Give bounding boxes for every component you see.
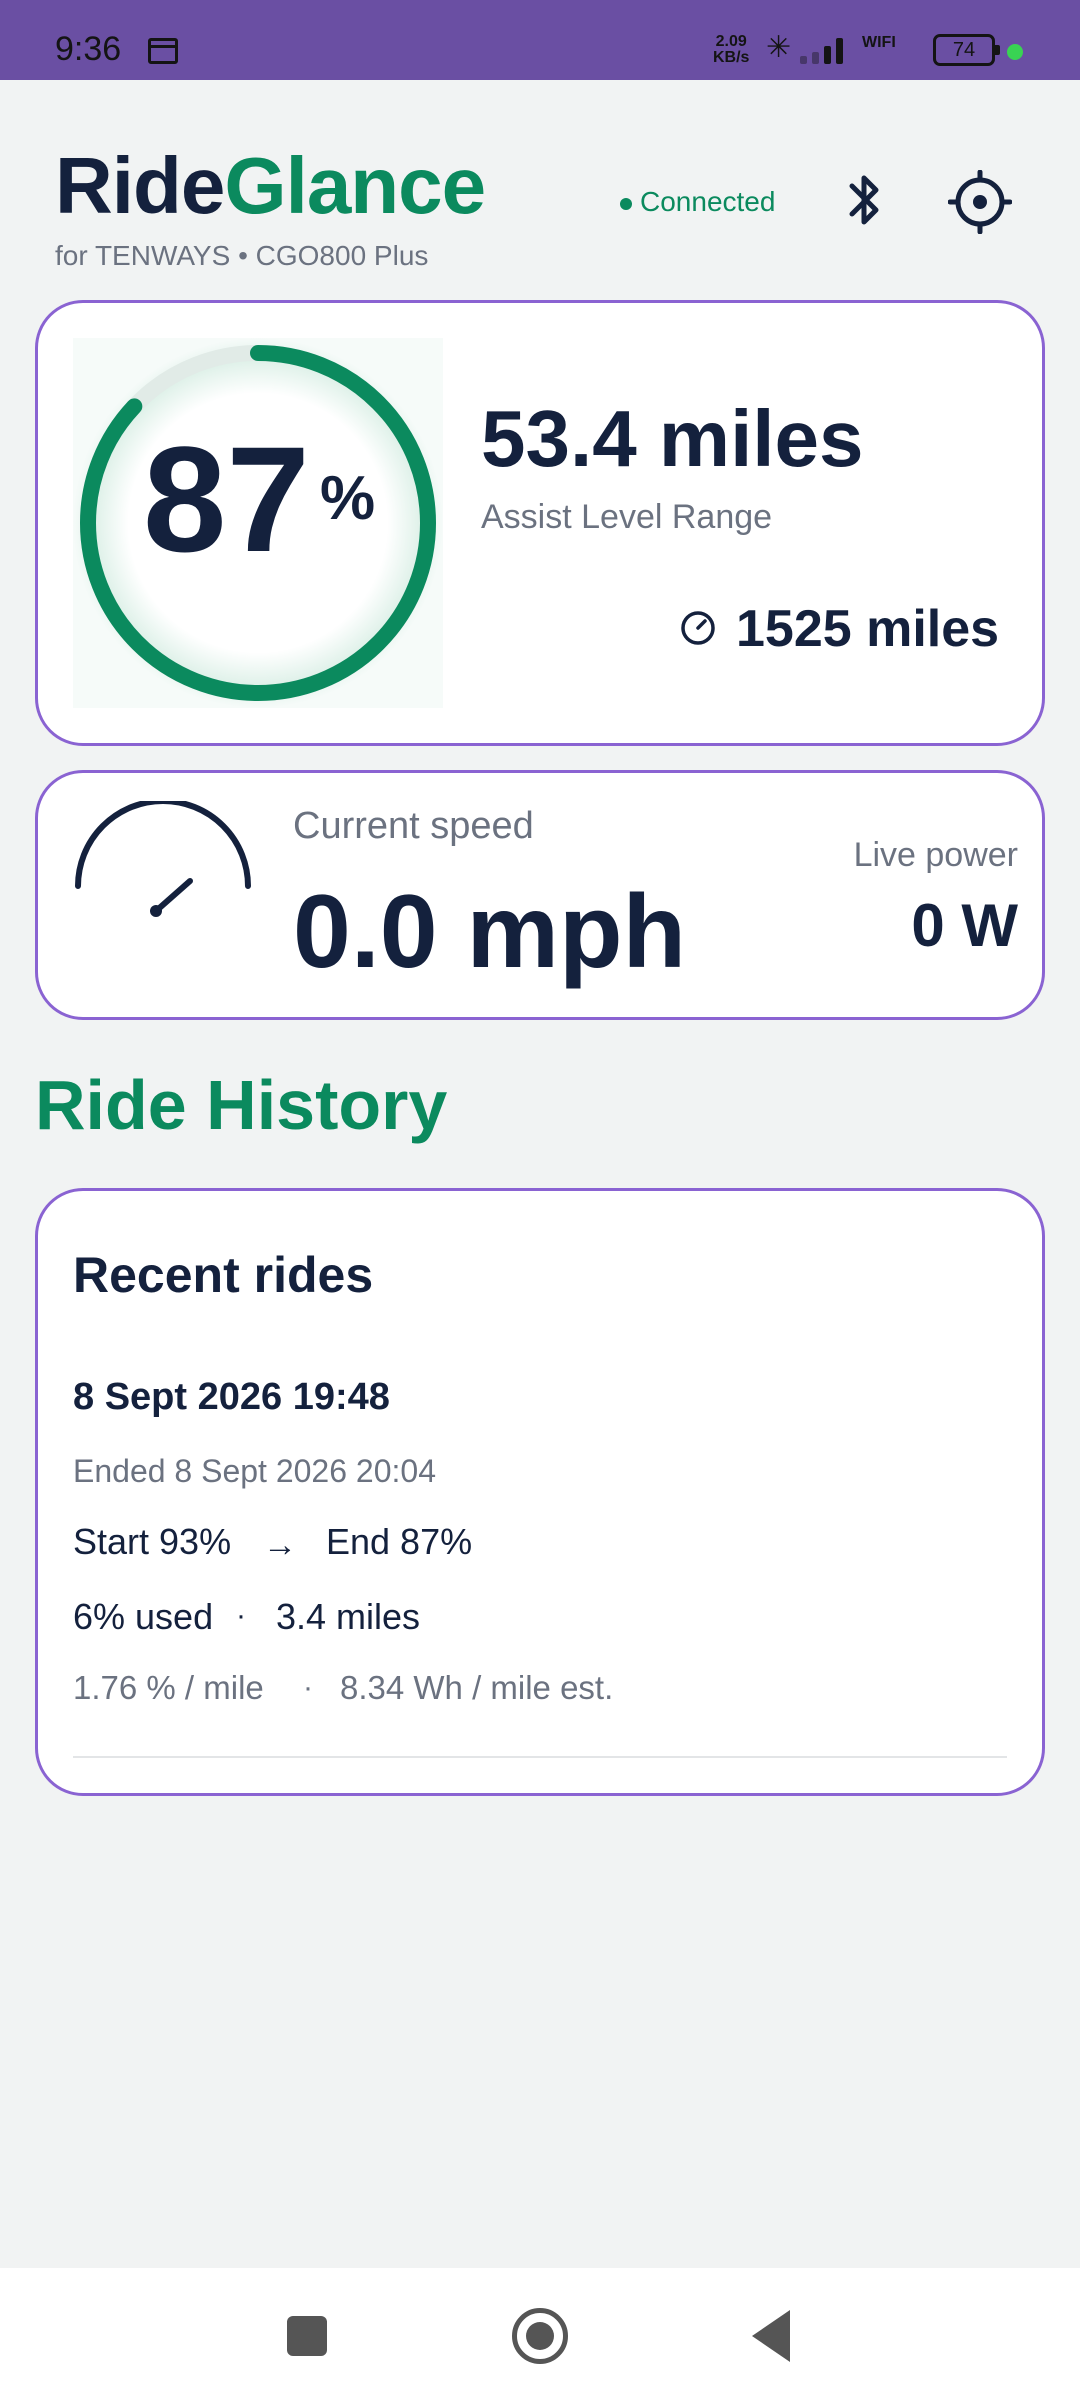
current-speed-value: 0.0 mph bbox=[293, 874, 686, 990]
battery-percent-symbol: % bbox=[320, 464, 376, 533]
network-speed-value: 2.09 bbox=[715, 33, 747, 50]
status-bluetooth-icon: ✳ bbox=[766, 31, 792, 64]
connection-dot bbox=[620, 197, 632, 210]
ride-distance: 3.4 miles bbox=[276, 1596, 421, 1637]
range-label: Assist Level Range bbox=[481, 498, 773, 536]
network-speed-unit: KB/s bbox=[713, 49, 750, 66]
speed-card: Current speed 0.0 mph Live power 0 W bbox=[35, 770, 1045, 1020]
range-value: 53.4 miles bbox=[481, 394, 864, 483]
system-nav-bar bbox=[0, 2268, 1080, 2400]
battery-icon: 74 bbox=[933, 34, 1000, 66]
separator-dot: · bbox=[303, 1671, 313, 1704]
wifi-icon: WIFI bbox=[862, 34, 896, 51]
connection-status: Connected bbox=[620, 186, 775, 218]
current-speed-label: Current speed bbox=[293, 805, 534, 847]
live-power-label: Live power bbox=[853, 836, 1018, 874]
speedometer-icon bbox=[75, 801, 251, 917]
arrow-right-icon: → bbox=[263, 1526, 297, 1564]
privacy-indicator-dot bbox=[1007, 44, 1023, 60]
status-bar: 9:36 2.09 KB/s ✳ WIFI 74 bbox=[0, 0, 1080, 80]
home-button[interactable] bbox=[512, 2308, 568, 2364]
divider bbox=[73, 1756, 1007, 1758]
recent-apps-button[interactable] bbox=[287, 2316, 327, 2356]
ride-percent-per-mile: 1.76 % / mile bbox=[73, 1669, 264, 1706]
battery-card: 87 % 53.4 miles Assist Level Range 1525 … bbox=[35, 300, 1045, 746]
back-button[interactable] bbox=[752, 2310, 790, 2362]
recent-rides-title: Recent rides bbox=[73, 1247, 374, 1303]
settings-icon bbox=[947, 169, 1013, 235]
app-title-part2: Glance bbox=[224, 141, 486, 230]
ride-date: 8 Sept 2026 19:48 bbox=[73, 1376, 390, 1418]
ride-ended: Ended 8 Sept 2026 20:04 bbox=[73, 1453, 436, 1489]
calendar-icon bbox=[148, 38, 178, 64]
connection-label: Connected bbox=[640, 186, 776, 217]
odometer-icon bbox=[681, 611, 715, 645]
ride-end-battery: End 87% bbox=[326, 1521, 473, 1562]
device-subtitle: for TENWAYS • CGO800 Plus bbox=[55, 240, 429, 271]
live-power-value: 0 W bbox=[911, 892, 1018, 959]
app-title-part1: Ride bbox=[55, 141, 225, 230]
bluetooth-button[interactable] bbox=[840, 168, 890, 232]
network-speed: 2.09 KB/s bbox=[713, 34, 749, 66]
recent-rides-card: Recent rides 8 Sept 2026 19:48 Ended 8 S… bbox=[35, 1188, 1045, 1796]
app-title: RideGlance bbox=[55, 140, 486, 232]
bluetooth-icon bbox=[849, 175, 879, 225]
settings-button[interactable] bbox=[947, 169, 1013, 235]
ride-battery-used: 6% used bbox=[73, 1596, 214, 1637]
signal-icon bbox=[800, 36, 855, 64]
ride-history-title: Ride History bbox=[35, 1066, 448, 1144]
odometer-value: 1525 miles bbox=[736, 600, 1000, 658]
ride-start-battery: Start 93% bbox=[73, 1521, 232, 1562]
separator-dot: · bbox=[236, 1599, 246, 1632]
battery-percent: 87 bbox=[143, 415, 310, 583]
ride-wh-per-mile: 8.34 Wh / mile est. bbox=[340, 1669, 614, 1706]
status-time: 9:36 bbox=[55, 30, 122, 68]
